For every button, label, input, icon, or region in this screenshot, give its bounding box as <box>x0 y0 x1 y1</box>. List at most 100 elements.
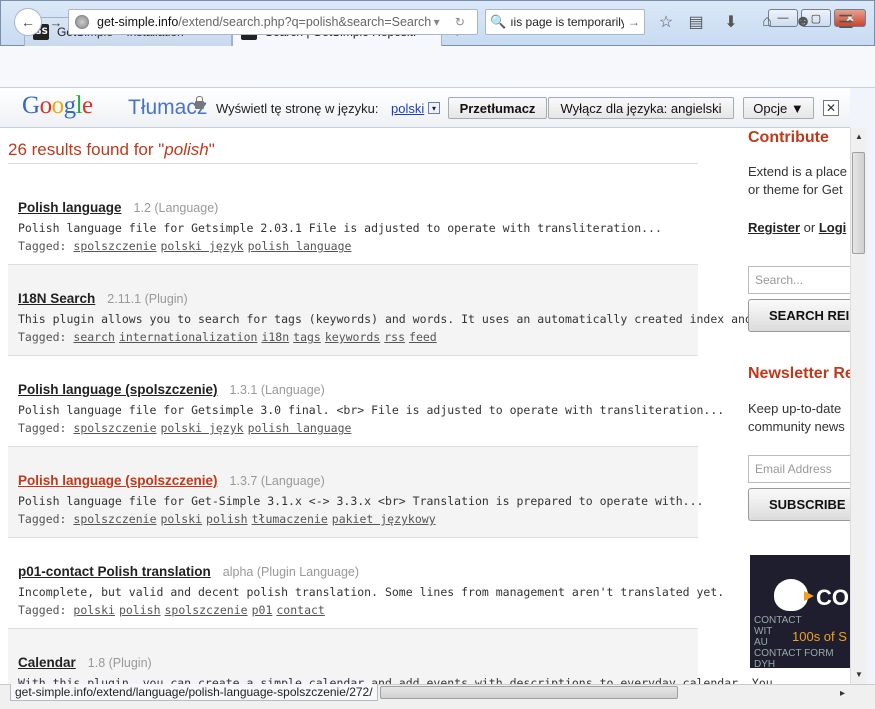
bird-beak <box>804 591 814 601</box>
tag-link[interactable]: keywords <box>325 330 380 344</box>
result-tags: Tagged: spolszczenie polski język polish l… <box>18 239 352 253</box>
login-link[interactable]: Logi <box>819 220 846 235</box>
contribute-text: or theme for Get <box>748 182 843 197</box>
translate-button[interactable]: Przetłumacz <box>448 97 547 119</box>
star-icon[interactable]: ☆ <box>656 12 676 32</box>
lock-icon <box>195 96 204 109</box>
close-translate-icon[interactable]: ✕ <box>823 100 839 116</box>
tag-link[interactable]: spolszczenie <box>165 603 248 617</box>
sidebar-search-button[interactable]: SEARCH REI <box>748 299 850 332</box>
divider <box>8 163 698 164</box>
result-title-link[interactable]: Polish language 1.2 (Language) <box>18 200 218 215</box>
url-domain: get-simple.info <box>97 15 179 29</box>
reload-icon[interactable]: ▾ ↻ <box>434 15 471 29</box>
account-links: Register or Logi <box>748 220 847 235</box>
tag-link[interactable]: polski język <box>161 239 244 253</box>
translate-prompt: Wyświetl tę stronę w języku: <box>216 101 379 116</box>
result-meta: 1.2 (Language) <box>133 201 219 215</box>
address-bar[interactable]: get-simple.info /extend/search.php?q=pol… <box>68 9 478 35</box>
result-title-link[interactable]: I18N Search 2.11.1 (Plugin) <box>18 291 188 306</box>
ad-small-text: CONTACT WIT AU CONTACT FORM DYH PHP <box>754 615 834 668</box>
tag-link[interactable]: polski <box>161 512 203 526</box>
forward-button[interactable]: → <box>46 12 66 32</box>
result-meta: 1.3.7 (Language) <box>229 474 325 488</box>
sidebar: Contribute Extend is a place or theme fo… <box>740 128 850 684</box>
tag-link[interactable]: tłumaczenie <box>252 512 328 526</box>
tag-link[interactable]: spolszczenie <box>73 421 156 435</box>
tag-link[interactable]: p01 <box>252 603 273 617</box>
tag-link[interactable]: tags <box>293 330 321 344</box>
result-item: Polish language (spolszczenie) 1.3.7 (Lan… <box>8 447 703 538</box>
sidebar-search-input[interactable]: Search... <box>748 266 850 294</box>
result-tags: Tagged: polski polish spolszczenie p01 conta… <box>18 603 325 617</box>
results-query: polish <box>164 140 209 159</box>
result-description: Polish language file for Getsimple 2.03.… <box>18 221 662 235</box>
navigation-bar <box>0 46 875 88</box>
home-icon[interactable]: ⌂ <box>757 12 777 32</box>
url-path: /extend/search.php?q=polish&search=Searc… <box>178 15 432 29</box>
result-description: This plugin allows you to search for tag… <box>18 312 773 326</box>
scroll-right-icon[interactable]: ▸ <box>840 688 845 699</box>
result-tags: Tagged: spolszczenie polski język polish l… <box>18 421 352 435</box>
result-item: p01-contact Polish translation alpha (Plu… <box>8 538 724 629</box>
result-title-link[interactable]: Calendar 1.8 (Plugin) <box>18 655 152 670</box>
search-icon: 🔍 <box>490 14 507 29</box>
tag-link[interactable]: i18n <box>261 330 289 344</box>
newsletter-heading: Newsletter Re <box>748 365 850 382</box>
tag-link[interactable]: polski język <box>161 421 244 435</box>
contribute-heading: Contribute <box>748 129 829 146</box>
result-description: With this plugin, you can create a simpl… <box>18 676 794 684</box>
language-dropdown-icon[interactable]: ▾ <box>428 102 440 114</box>
status-url: get-simple.info/extend/language/polish-l… <box>10 684 378 701</box>
tag-link[interactable]: spolszczenie <box>73 239 156 253</box>
newsletter-text: Keep up-to-date <box>748 401 842 416</box>
smiley-icon[interactable]: ☻ <box>793 12 813 32</box>
subscribe-button[interactable]: SUBSCRIBE <box>748 488 850 521</box>
result-description: Polish language file for Get-Simple 3.1.… <box>18 494 704 508</box>
advertisement-banner[interactable]: CO 100s of S CONTACT WIT AU CONTACT FORM… <box>750 555 850 668</box>
email-field[interactable]: Email Address <box>748 455 850 483</box>
scroll-up-icon[interactable]: ▲ <box>855 132 863 141</box>
options-button[interactable]: Opcje ▼ <box>743 97 814 119</box>
target-language-link[interactable]: polski <box>391 101 424 116</box>
result-title-link[interactable]: Polish language (spolszczenie) 1.3.1 (Lan… <box>18 382 325 397</box>
tag-link[interactable]: polish <box>119 603 161 617</box>
tag-link[interactable]: polish language <box>248 421 352 435</box>
search-bar[interactable]: 🔍 ıis page is temporarily → <box>485 9 645 35</box>
download-icon[interactable]: ⬇ <box>721 12 741 32</box>
result-title-link[interactable]: p01-contact Polish translation alpha (Plu… <box>18 564 359 579</box>
ad-brand: CO <box>816 585 849 610</box>
search-go-icon[interactable]: → <box>628 15 640 29</box>
contribute-text: Extend is a place <box>748 164 848 179</box>
tag-link[interactable]: spolszczenie <box>73 512 156 526</box>
tag-link[interactable]: polski <box>73 603 115 617</box>
result-meta: 1.8 (Plugin) <box>87 656 152 670</box>
tag-link[interactable]: pakiet językowy <box>332 512 436 526</box>
disable-translate-button[interactable]: Wyłącz dla języka: angielski <box>548 97 734 119</box>
back-button[interactable]: ← <box>14 8 42 36</box>
tag-link[interactable]: contact <box>276 603 324 617</box>
tag-link[interactable]: polish <box>206 512 248 526</box>
menu-icon[interactable]: ☰ <box>836 12 856 32</box>
scroll-down-icon[interactable]: ▼ <box>855 670 863 679</box>
register-link[interactable]: Register <box>748 220 800 235</box>
vertical-scroll-thumb[interactable] <box>852 152 865 254</box>
result-item: Calendar 1.8 (Plugin) With this plugin, y… <box>8 629 793 684</box>
search-input[interactable]: ıis page is temporarily <box>510 15 624 29</box>
google-logo: Google <box>22 92 93 119</box>
result-description: Polish language file for Getsimple 3.0 f… <box>18 403 725 417</box>
result-item: Polish language (spolszczenie) 1.3.1 (Lan… <box>8 356 724 447</box>
page-content: 26 results found for "polish" Polish lan… <box>0 128 850 684</box>
reading-list-icon[interactable]: ▤ <box>686 12 706 32</box>
tag-link[interactable]: internationalization <box>119 330 257 344</box>
result-tags: Tagged: search internationalization i18n ta… <box>18 330 437 344</box>
result-title-link[interactable]: Polish language (spolszczenie) 1.3.7 (Lan… <box>18 473 325 488</box>
tag-link[interactable]: rss <box>384 330 405 344</box>
tag-link[interactable]: polish language <box>248 239 352 253</box>
result-item: I18N Search 2.11.1 (Plugin) This plugin a… <box>8 265 773 356</box>
tag-link[interactable]: feed <box>409 330 437 344</box>
tag-link[interactable]: search <box>73 330 115 344</box>
horizontal-scroll-thumb[interactable] <box>380 686 678 699</box>
globe-icon <box>75 15 89 29</box>
result-meta: 1.3.1 (Language) <box>229 383 325 397</box>
